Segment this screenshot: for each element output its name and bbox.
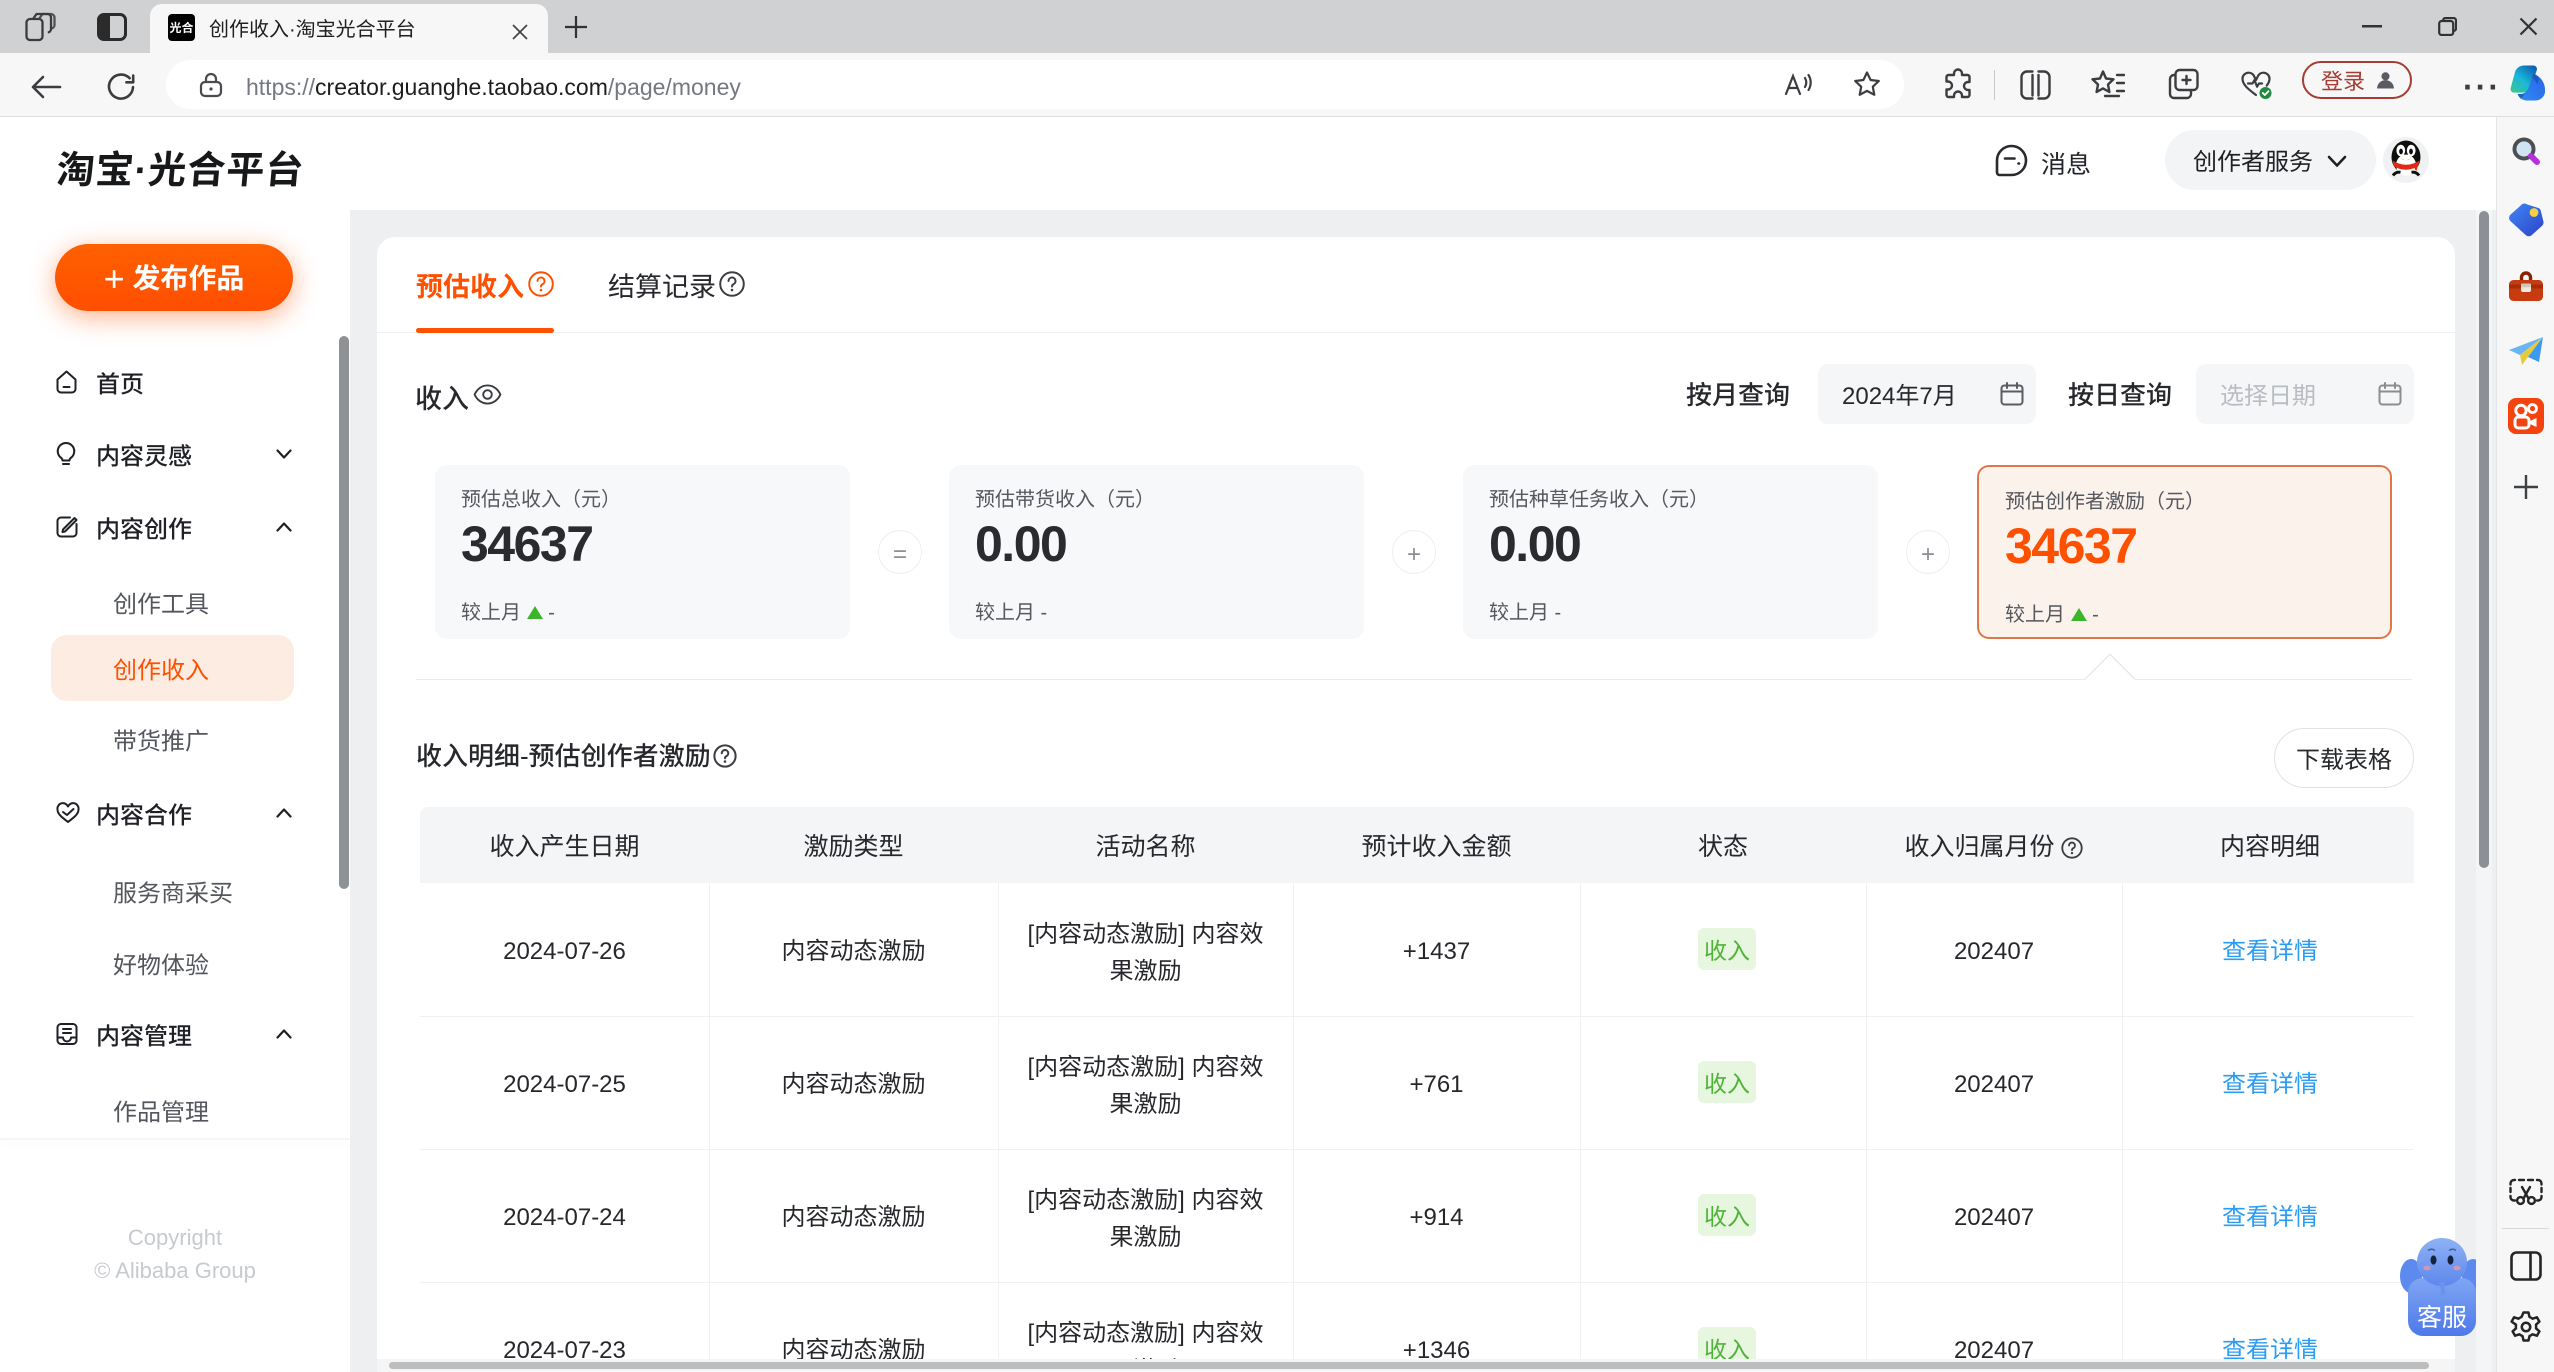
svg-text:客服: 客服 bbox=[2417, 1298, 2467, 1334]
